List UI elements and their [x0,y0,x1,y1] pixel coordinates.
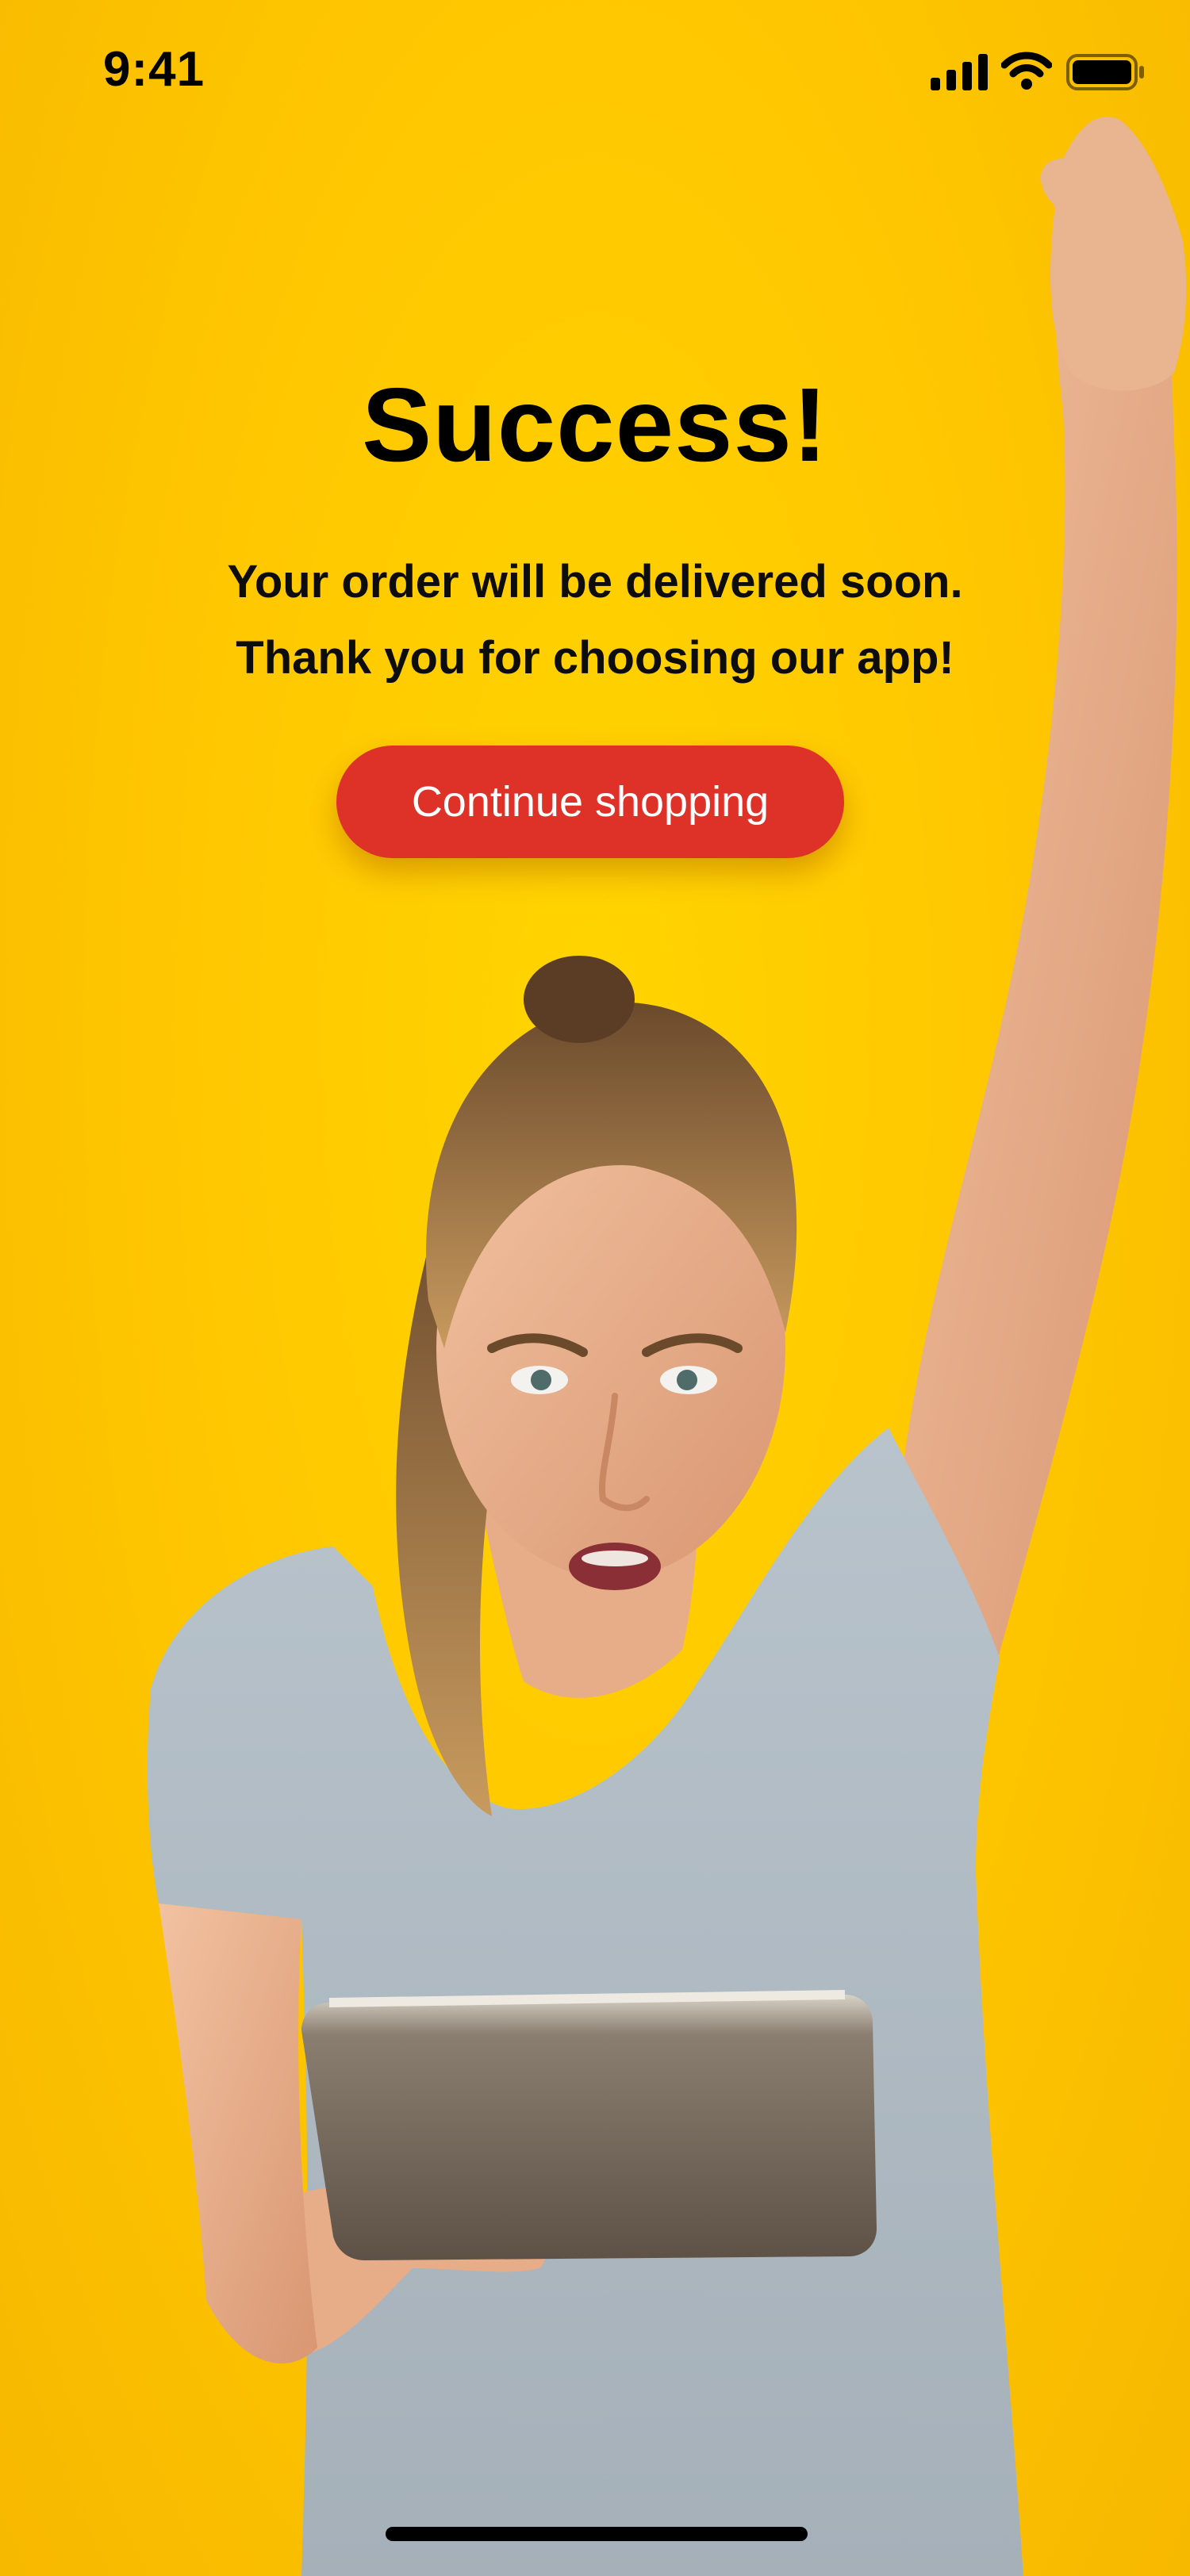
success-title: Success! [362,366,828,483]
cellular-signal-icon [931,54,988,90]
battery-icon [1066,54,1144,90]
message-line-delivery: Your order will be delivered soon. [227,556,963,608]
home-indicator[interactable] [386,2527,808,2541]
order-success-screen: 9:41 Success! Your order will be deliver… [0,0,1190,2576]
status-time: 9:41 [103,42,205,97]
tablet [301,1995,877,2260]
lower-arm [159,1903,317,2363]
wifi-icon [1001,52,1052,90]
message-line-thanks: Thank you for choosing our app! [236,632,954,684]
hair-bun [524,956,635,1043]
raised-fist [1040,117,1187,391]
status-bar: 9:41 [0,0,1190,143]
continue-shopping-button[interactable]: Continue shopping [336,746,844,858]
success-message: Your order will be delivered soon. Thank… [119,544,1071,696]
